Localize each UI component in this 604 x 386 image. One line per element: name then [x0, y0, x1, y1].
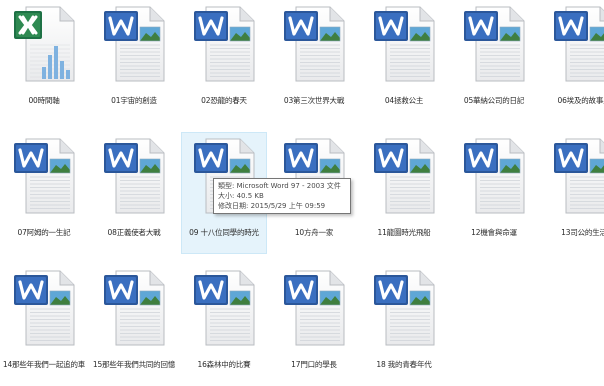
- file-item[interactable]: 04拯救公主: [361, 0, 447, 122]
- excel-file-icon: [12, 5, 78, 83]
- word-file-icon: [282, 5, 348, 83]
- file-item[interactable]: 05華納公司的日記: [451, 0, 537, 122]
- file-name: 17門口的學長: [291, 360, 337, 369]
- file-item[interactable]: 11龍圖時光飛船: [361, 132, 447, 254]
- file-item[interactable]: 16森林中的比賽: [181, 264, 267, 386]
- file-name: 05華納公司的日記: [463, 96, 525, 105]
- word-file-icon: [372, 5, 438, 83]
- file-name: 02恐龍的春天: [201, 96, 247, 105]
- file-item[interactable]: 07阿姆的一生記: [1, 132, 87, 254]
- word-file-icon: [282, 269, 348, 347]
- file-item[interactable]: 08正義使者大戰: [91, 132, 177, 254]
- word-file-icon: [12, 137, 78, 215]
- word-file-icon: [102, 137, 168, 215]
- file-item[interactable]: 00時間軸: [1, 0, 87, 122]
- file-item[interactable]: 15那些年我們共同的回憶: [91, 264, 177, 386]
- file-item[interactable]: 18 我的青春年代: [361, 264, 447, 386]
- word-file-icon: [192, 269, 258, 347]
- file-name: 08正義使者大戰: [107, 228, 161, 237]
- word-file-icon: [462, 137, 528, 215]
- word-file-icon: [552, 5, 604, 83]
- file-name: 01宇宙的創造: [111, 96, 157, 105]
- file-name: 09 十八位同學的時光: [189, 228, 259, 237]
- file-item[interactable]: 03第三次世界大戰: [271, 0, 357, 122]
- file-name: 07阿姆的一生記: [17, 228, 71, 237]
- word-file-icon: [192, 5, 258, 83]
- file-name: 11龍圖時光飛船: [377, 228, 431, 237]
- file-item[interactable]: 12機會與命運: [451, 132, 537, 254]
- file-name: 13司公的生活: [561, 228, 604, 237]
- file-name: 14那些年我們一起追的車: [2, 360, 86, 369]
- file-item[interactable]: 17門口的學長: [271, 264, 357, 386]
- word-file-icon: [372, 269, 438, 347]
- file-name: 12機會與命運: [471, 228, 517, 237]
- file-name: 03第三次世界大戰: [283, 96, 345, 105]
- word-file-icon: [372, 137, 438, 215]
- word-file-icon: [12, 269, 78, 347]
- file-item[interactable]: 02恐龍的春天: [181, 0, 267, 122]
- word-file-icon: [552, 137, 604, 215]
- file-info-tooltip: 類型: Microsoft Word 97 - 2003 文件 大小: 40.5…: [213, 178, 351, 214]
- file-name: 06埃及的故事男: [557, 96, 604, 105]
- tooltip-size: 大小: 40.5 KB: [218, 192, 264, 200]
- file-item[interactable]: 06埃及的故事男: [541, 0, 604, 122]
- file-name: 10方舟一家: [294, 228, 334, 237]
- word-file-icon: [102, 5, 168, 83]
- word-file-icon: [462, 5, 528, 83]
- file-item[interactable]: 14那些年我們一起追的車: [1, 264, 87, 386]
- file-name: 00時間軸: [28, 96, 60, 105]
- file-item[interactable]: 01宇宙的創造: [91, 0, 177, 122]
- tooltip-type: 類型: Microsoft Word 97 - 2003 文件: [218, 182, 341, 190]
- tooltip-modified: 修改日期: 2015/5/29 上午 09:59: [218, 202, 326, 210]
- file-name: 15那些年我們共同的回憶: [92, 360, 176, 369]
- file-name: 04拯救公主: [384, 96, 424, 105]
- file-name: 16森林中的比賽: [197, 360, 251, 369]
- file-item[interactable]: 13司公的生活: [541, 132, 604, 254]
- word-file-icon: [102, 269, 168, 347]
- file-name: 18 我的青春年代: [376, 360, 432, 369]
